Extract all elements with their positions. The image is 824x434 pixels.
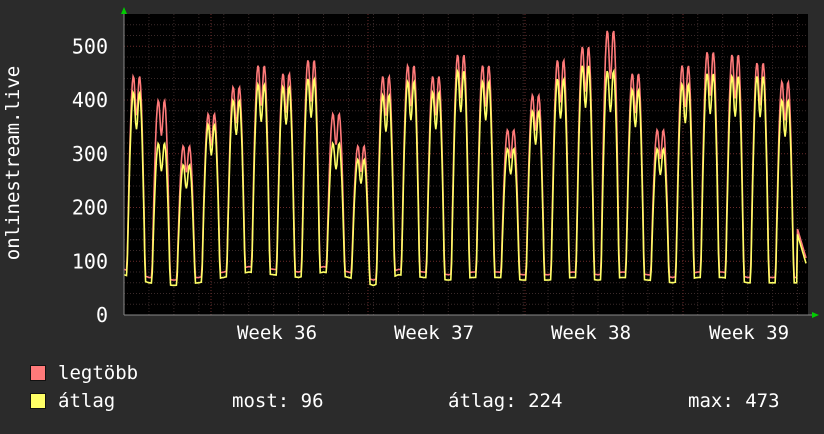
- y-tick-labels: 0 100 200 300 400 500: [72, 34, 108, 327]
- legend-item-max: legtöbb: [30, 362, 138, 384]
- x-tick-label: Week 39: [709, 322, 789, 344]
- stat-average: átlag: 224: [448, 390, 563, 412]
- y-tick-label: 500: [72, 34, 108, 58]
- legend-swatch-max: [30, 365, 46, 381]
- y-axis-label: onlinestream.live: [2, 66, 24, 260]
- y-tick-label: 200: [72, 196, 108, 220]
- x-tick-label: Week 38: [551, 322, 631, 344]
- legend-swatch-avg: [30, 393, 46, 409]
- y-tick-label: 0: [96, 303, 108, 327]
- stat-max: max: 473: [688, 390, 780, 412]
- y-tick-label: 300: [72, 142, 108, 166]
- x-tick-labels: Week 36 Week 37 Week 38 Week 39: [237, 322, 789, 344]
- y-tick-label: 100: [72, 249, 108, 273]
- x-tick-label: Week 36: [237, 322, 317, 344]
- chart-root: 0 100 200 300 400 500 Week 36 Week 37 Week 38 We…: [0, 0, 824, 430]
- legend-label-avg: átlag: [58, 390, 116, 412]
- x-axis-arrow: [812, 312, 819, 318]
- legend-item-avg: átlag: [30, 390, 115, 412]
- stat-current: most: 96: [232, 390, 324, 412]
- legend-label-max: legtöbb: [58, 362, 139, 384]
- y-tick-label: 400: [72, 88, 108, 112]
- x-tick-label: Week 37: [394, 322, 474, 344]
- y-axis-arrow: [121, 7, 127, 14]
